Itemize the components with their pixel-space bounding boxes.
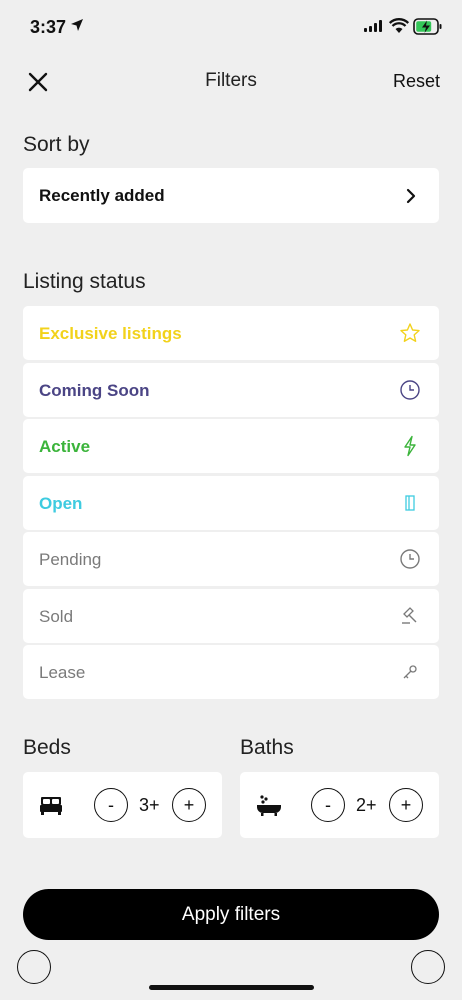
sort-by-heading: Sort by	[23, 133, 90, 156]
beds-increase-button[interactable]: +	[172, 788, 206, 822]
status-item-active[interactable]: Active	[23, 419, 439, 473]
baths-heading: Baths	[240, 736, 294, 759]
clock-icon	[399, 548, 421, 570]
status-item-label: Lease	[39, 663, 86, 682]
gavel-icon	[399, 605, 421, 627]
status-item-exclusive-listings[interactable]: Exclusive listings	[23, 306, 439, 360]
status-item-pending[interactable]: Pending	[23, 532, 439, 586]
status-item-open[interactable]: Open	[23, 475, 439, 530]
baths-decrease-button[interactable]: -	[311, 788, 345, 822]
listing-status-list: Exclusive listings Coming Soon Active Op…	[23, 306, 439, 702]
partial-circle-button	[411, 950, 445, 984]
clock-icon	[399, 379, 421, 401]
key-icon	[399, 661, 421, 683]
battery-charging-icon	[413, 18, 442, 35]
baths-value: 2+	[356, 795, 377, 815]
sort-by-selector[interactable]: Recently added	[23, 168, 439, 223]
header: Filters Reset	[0, 56, 462, 108]
status-item-sold[interactable]: Sold	[23, 588, 439, 643]
status-item-label: Coming Soon	[39, 380, 150, 400]
wifi-icon	[389, 18, 409, 33]
status-item-label: Pending	[39, 550, 102, 569]
status-item-label: Open	[39, 493, 83, 513]
apply-filters-button[interactable]: Apply filters	[23, 889, 439, 940]
home-indicator	[149, 985, 314, 990]
listing-status-heading: Listing status	[23, 270, 146, 293]
reset-button[interactable]: Reset	[393, 71, 440, 92]
sort-selected-value: Recently added	[39, 186, 165, 205]
baths-increase-button[interactable]: +	[389, 788, 423, 822]
beds-decrease-button[interactable]: -	[94, 788, 128, 822]
status-item-label: Sold	[39, 606, 74, 626]
status-time: 3:37	[30, 17, 67, 37]
partial-circle-button	[17, 950, 51, 984]
status-item-coming-soon[interactable]: Coming Soon	[23, 362, 439, 417]
status-item-lease[interactable]: Lease	[23, 645, 439, 699]
chevron-right-icon	[406, 188, 416, 204]
bed-icon	[40, 797, 62, 815]
status-bar: 3:37	[0, 0, 462, 56]
signal-icon	[364, 20, 382, 32]
star-icon	[399, 322, 421, 344]
beds-stepper: - 3+ +	[23, 772, 222, 838]
door-icon	[399, 492, 421, 514]
beds-value: 3+	[139, 795, 160, 815]
status-item-label: Exclusive listings	[39, 324, 182, 343]
baths-stepper: - 2+ +	[240, 772, 439, 838]
bathtub-icon	[257, 795, 281, 816]
lightning-icon	[399, 435, 421, 457]
status-item-label: Active	[39, 437, 91, 456]
beds-heading: Beds	[23, 736, 71, 759]
location-arrow-icon	[71, 19, 83, 31]
